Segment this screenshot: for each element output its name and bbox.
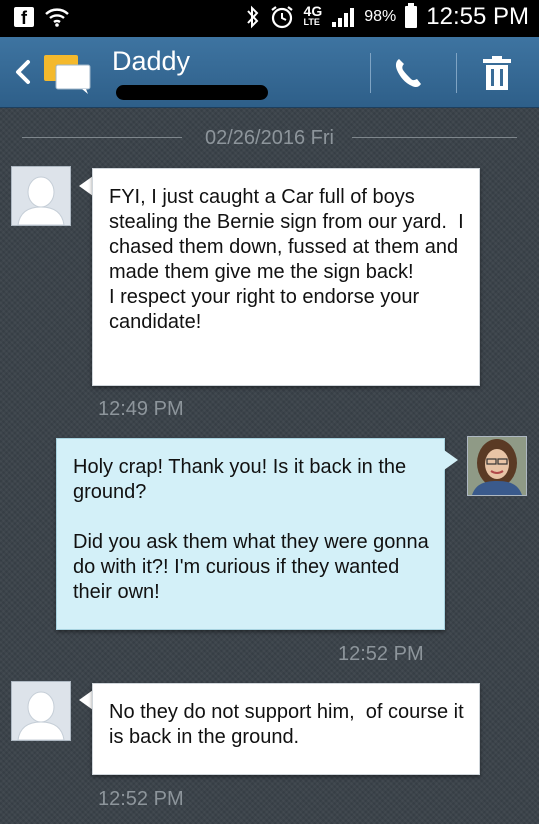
messaging-icon (44, 55, 91, 94)
user-photo (468, 437, 526, 495)
facebook-icon: f (14, 7, 34, 28)
contact-avatar[interactable] (11, 166, 71, 226)
message-bubble-incoming[interactable]: FYI, I just caught a Car full of boys st… (92, 168, 480, 386)
default-avatar-icon (12, 682, 70, 740)
status-bar: f 4G LTE 98% 12:55 PM (0, 0, 539, 37)
contact-avatar[interactable] (11, 681, 71, 741)
message-timestamp: 12:52 PM (98, 788, 184, 810)
wifi-icon (45, 8, 69, 27)
message-bubble-incoming[interactable]: No they do not support him, of course it… (92, 683, 480, 775)
my-avatar[interactable] (467, 436, 527, 496)
conversation-header: Daddy (0, 37, 539, 108)
date-separator: 02/26/2016 Fri (22, 125, 517, 151)
message-bubble-outgoing[interactable]: Holy crap! Thank you! Is it back in the … (56, 438, 445, 630)
contact-name: Daddy (112, 46, 191, 76)
alarm-icon (270, 6, 293, 29)
status-time: 12:55 PM (426, 3, 529, 30)
default-avatar-icon (12, 167, 70, 225)
header-divider (456, 53, 457, 93)
header-divider (370, 53, 371, 93)
message-timestamp: 12:49 PM (98, 398, 184, 420)
signal-icon (332, 8, 355, 27)
delete-icon[interactable] (480, 55, 514, 91)
bubble-tail (444, 450, 458, 470)
battery-percent: 98% (364, 8, 397, 25)
bubble-tail (79, 690, 93, 710)
call-icon[interactable] (390, 55, 426, 91)
battery-icon (405, 3, 418, 28)
redaction-mark (116, 85, 268, 100)
back-icon[interactable] (10, 57, 36, 87)
network-type: 4G LTE (303, 3, 323, 27)
message-timestamp: 12:52 PM (338, 643, 424, 665)
bluetooth-icon (246, 5, 258, 29)
bubble-tail (79, 176, 93, 196)
